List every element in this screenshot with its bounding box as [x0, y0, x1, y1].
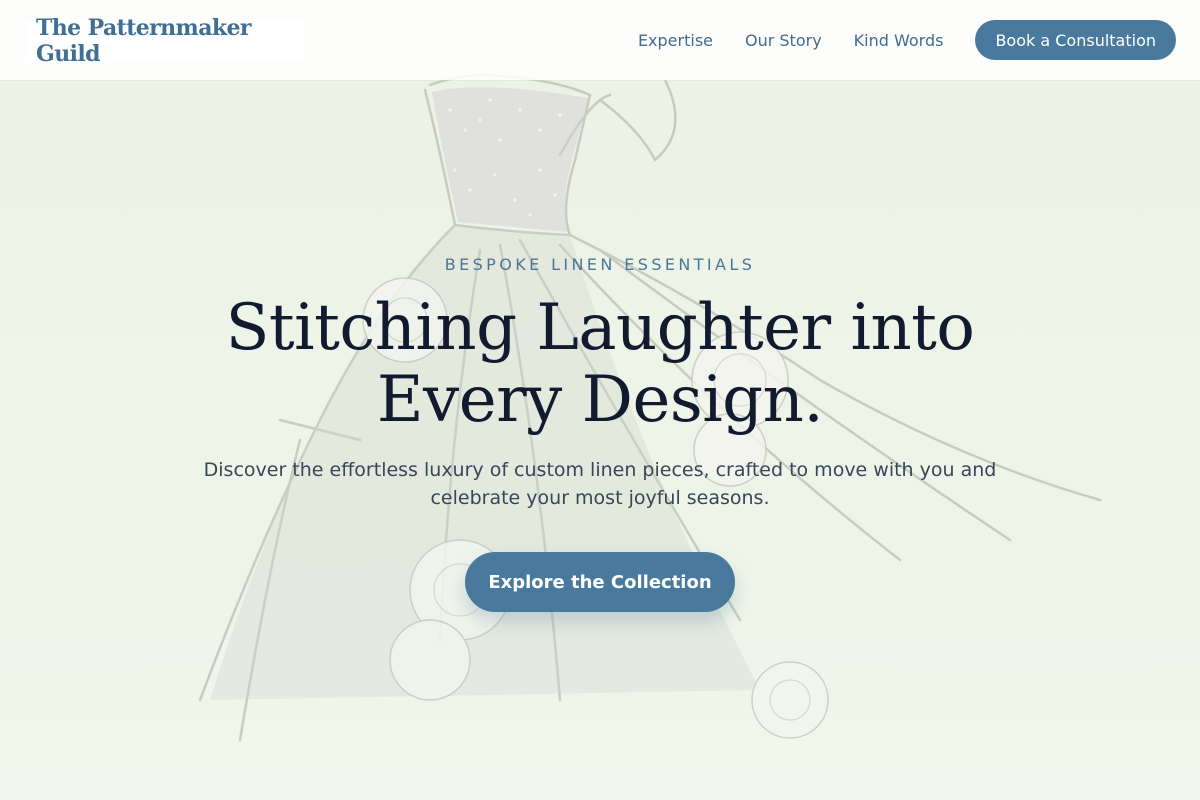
- site-header: The Patternmaker Guild Expertise Our Sto…: [0, 0, 1200, 80]
- hero-eyebrow: BESPOKE LINEN ESSENTIALS: [444, 255, 756, 274]
- explore-collection-button[interactable]: Explore the Collection: [465, 552, 735, 612]
- hero-headline: Stitching Laughter into Every Design.: [225, 291, 975, 437]
- main-nav: Expertise Our Story Kind Words Book a Co…: [638, 20, 1176, 60]
- brand-logo[interactable]: The Patternmaker Guild: [26, 15, 304, 67]
- nav-link-kind-words[interactable]: Kind Words: [854, 31, 944, 50]
- book-consultation-button[interactable]: Book a Consultation: [975, 20, 1176, 60]
- hero-description: Discover the effortless luxury of custom…: [203, 459, 997, 509]
- hero-section: BESPOKE LINEN ESSENTIALS Stitching Laugh…: [0, 255, 1200, 612]
- landing-page: The Patternmaker Guild Expertise Our Sto…: [0, 0, 1200, 800]
- nav-link-our-story[interactable]: Our Story: [745, 31, 822, 50]
- nav-link-expertise[interactable]: Expertise: [638, 31, 713, 50]
